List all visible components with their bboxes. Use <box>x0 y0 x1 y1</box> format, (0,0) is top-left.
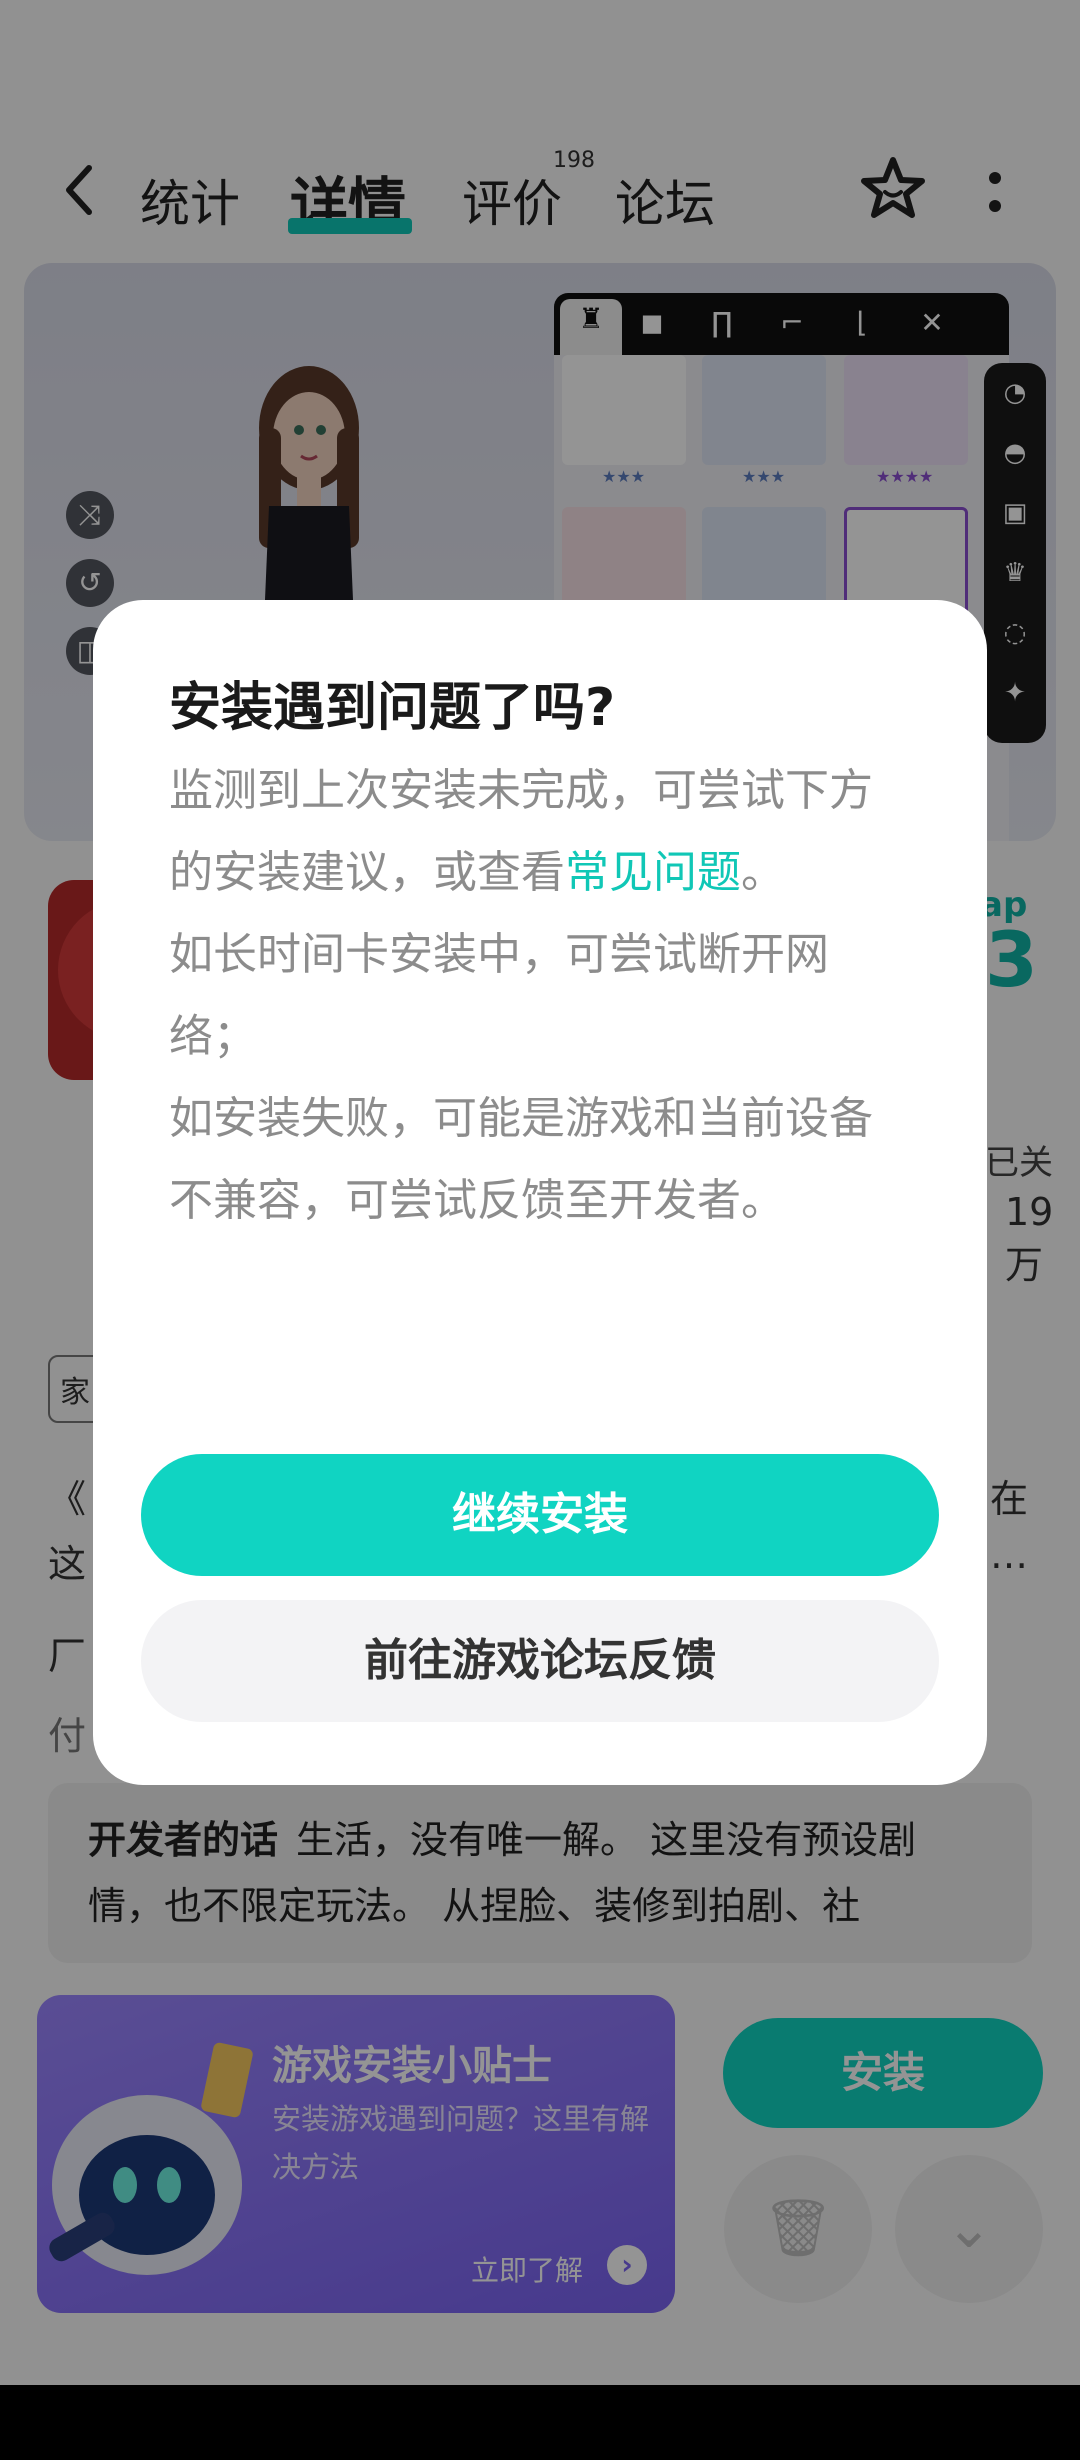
continue-install-button[interactable]: 继续安装 <box>141 1454 939 1576</box>
dialog-title: 安装遇到问题了吗? <box>169 678 616 738</box>
forum-feedback-button[interactable]: 前往游戏论坛反馈 <box>141 1600 939 1722</box>
dialog-tip-incompatible: 如安装失败，可能是游戏和当前设备不兼容，可尝试反馈至开发者。 <box>169 1093 873 1226</box>
dialog-body: 监测到上次安装未完成，可尝试下方的安装建议，或查看常见问题。 如长时间卡安装中，… <box>169 750 889 1242</box>
dialog-tip-disconnect: 如长时间卡安装中，可尝试断开网络； <box>169 929 829 1062</box>
system-navigation-bar <box>0 2385 1080 2460</box>
dialog-body-text: 。 <box>741 847 785 898</box>
app-detail-page: 统计 详情 评价 198 论坛 ⤨ ↺ ◫ ♜ ◼ ∏ ⌐ ⌊ ✕ ★★★ ★★… <box>0 0 1080 2460</box>
faq-link[interactable]: 常见问题 <box>565 847 741 898</box>
install-problem-dialog: 安装遇到问题了吗? 监测到上次安装未完成，可尝试下方的安装建议，或查看常见问题。… <box>93 600 987 1785</box>
